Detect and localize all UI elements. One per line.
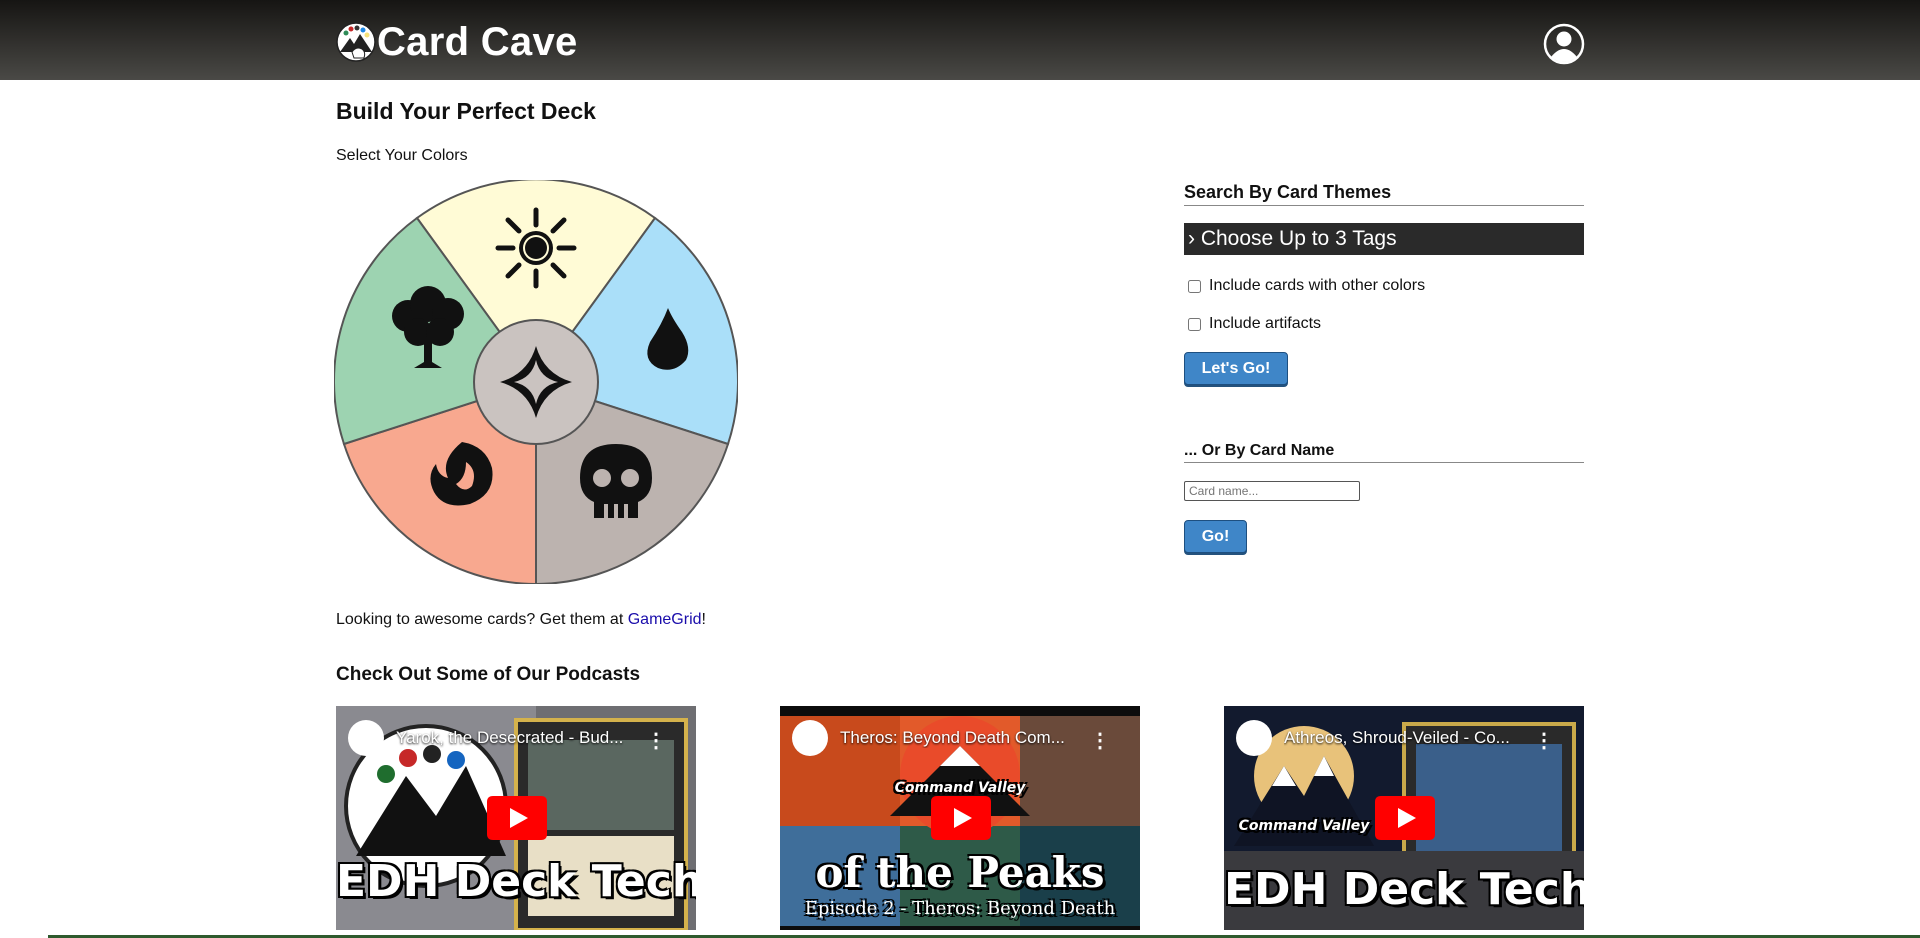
color-wheel (334, 180, 738, 584)
more-vertical-icon[interactable]: ⋮ (1534, 728, 1554, 753)
more-vertical-icon[interactable]: ⋮ (1090, 728, 1110, 753)
card-cave-logo-icon (336, 22, 376, 62)
artifacts-option[interactable]: Include artifacts (1188, 315, 1321, 333)
themes-panel: Search By Card Themes (1184, 182, 1584, 206)
channel-avatar (1236, 720, 1272, 756)
video-title: Theros: Beyond Death Com... (840, 728, 1065, 747)
play-button-icon[interactable] (927, 794, 995, 842)
colorless-center[interactable] (473, 319, 599, 445)
card-name-input[interactable] (1184, 481, 1360, 501)
video-title: Athreos, Shroud-Veiled - Co... (1284, 728, 1510, 747)
go-button[interactable]: Go! (1184, 520, 1247, 553)
page-title: Build Your Perfect Deck (336, 98, 596, 124)
app-title: Card Cave (377, 19, 578, 64)
gamegrid-link[interactable]: GameGrid (628, 611, 702, 628)
by-name-heading: ... Or By Card Name (1184, 442, 1584, 463)
play-button-icon[interactable] (483, 794, 551, 842)
home-link[interactable]: Card Cave (336, 20, 578, 64)
sun-icon (495, 207, 577, 289)
thumbnail-text: EDH Deck Tech (1224, 864, 1584, 915)
top-navbar: Card Cave (0, 0, 1920, 80)
artifacts-checkbox[interactable] (1188, 317, 1201, 331)
promo-text: Looking to awesome cards? Get them at Ga… (336, 611, 706, 629)
promo-suffix: ! (701, 611, 706, 628)
by-name-panel: ... Or By Card Name (1184, 442, 1584, 463)
video-embed[interactable]: Athreos, Shroud-Veiled - Co... ⋮ Command… (1224, 706, 1584, 930)
video-embed[interactable]: Yarok, the Desecrated - Bud... ⋮ EDH Dec… (336, 706, 696, 930)
other-colors-label: Include cards with other colors (1209, 277, 1426, 294)
lets-go-button[interactable]: Let's Go! (1184, 352, 1288, 385)
artifacts-label: Include artifacts (1209, 315, 1322, 332)
play-button-icon[interactable] (1371, 794, 1439, 842)
select-colors-label: Select Your Colors (336, 147, 468, 164)
other-colors-option[interactable]: Include cards with other colors (1188, 277, 1425, 295)
video-embed[interactable]: Theros: Beyond Death Com... ⋮ Command Va… (780, 706, 1140, 930)
podcasts-heading: Check Out Some of Our Podcasts (336, 664, 641, 685)
thumbnail-small-top: Command Valley (1238, 818, 1370, 834)
thumbnail-text: EDH Deck Tech (336, 856, 696, 907)
promo-label: Looking to awesome cards? Get them at (336, 611, 628, 628)
user-circle-icon[interactable] (1543, 23, 1585, 65)
themes-heading: Search By Card Themes (1184, 182, 1584, 206)
thumbnail-text: of the Peaks (815, 848, 1105, 897)
other-colors-checkbox[interactable] (1188, 279, 1201, 293)
thumbnail-small-bottom: Episode 2 - Theros: Beyond Death (804, 898, 1116, 919)
video-title: Yarok, the Desecrated - Bud... (396, 728, 624, 747)
channel-avatar (348, 720, 384, 756)
more-vertical-icon[interactable]: ⋮ (646, 728, 666, 753)
channel-avatar (792, 720, 828, 756)
choose-tags-dropdown[interactable]: › Choose Up to 3 Tags (1184, 223, 1584, 255)
